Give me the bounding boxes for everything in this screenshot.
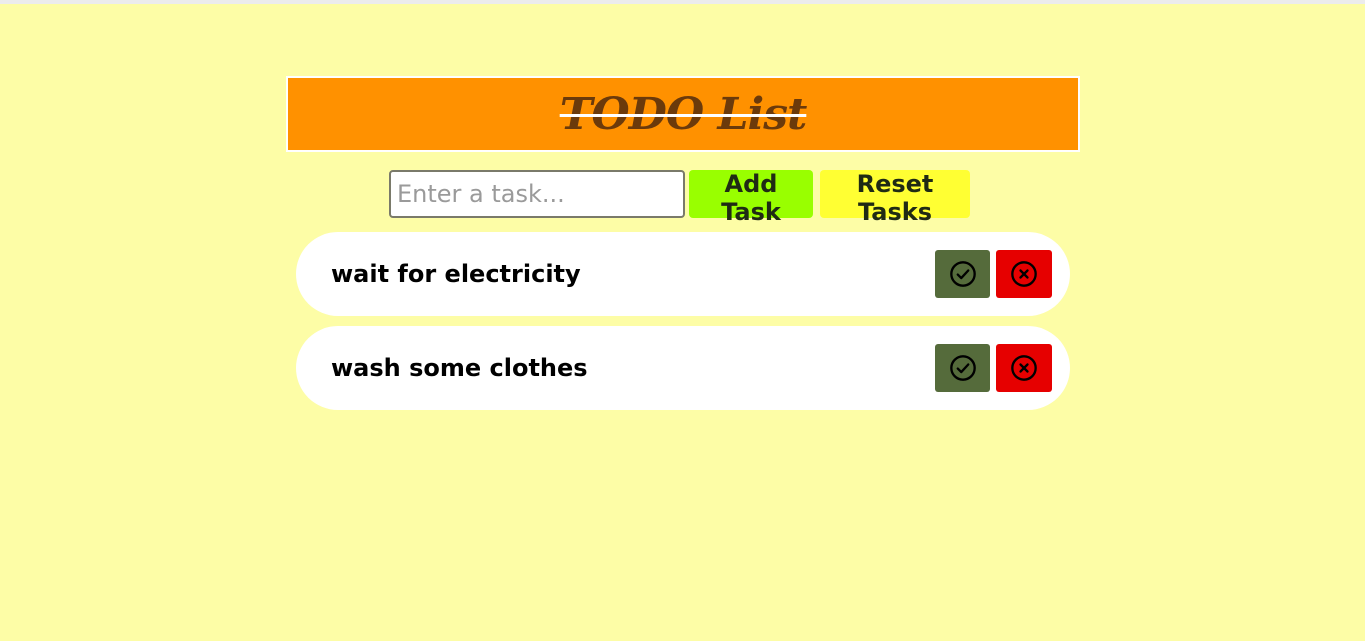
check-circle-icon (949, 355, 976, 381)
browser-top-border (0, 0, 1365, 4)
task-list: wait for electricity wash some clothes (296, 232, 1070, 420)
page-title: TODO List (559, 88, 808, 140)
task-controls: Add Task Reset Tasks (389, 170, 970, 226)
task-item: wash some clothes (296, 326, 1070, 410)
task-text: wash some clothes (331, 354, 588, 382)
task-input[interactable] (389, 170, 685, 218)
task-item: wait for electricity (296, 232, 1070, 316)
reset-tasks-button[interactable]: Reset Tasks (820, 170, 970, 226)
x-circle-icon (1011, 355, 1037, 381)
task-text: wait for electricity (331, 260, 581, 288)
add-task-button[interactable]: Add Task (689, 170, 813, 226)
task-actions (935, 250, 1052, 298)
x-circle-icon (1011, 261, 1037, 287)
complete-task-button[interactable] (935, 250, 990, 298)
task-actions (935, 344, 1052, 392)
check-circle-icon (949, 261, 976, 287)
complete-task-button[interactable] (935, 344, 990, 392)
header-banner: TODO List (286, 76, 1080, 152)
delete-task-button[interactable] (996, 250, 1052, 298)
delete-task-button[interactable] (996, 344, 1052, 392)
